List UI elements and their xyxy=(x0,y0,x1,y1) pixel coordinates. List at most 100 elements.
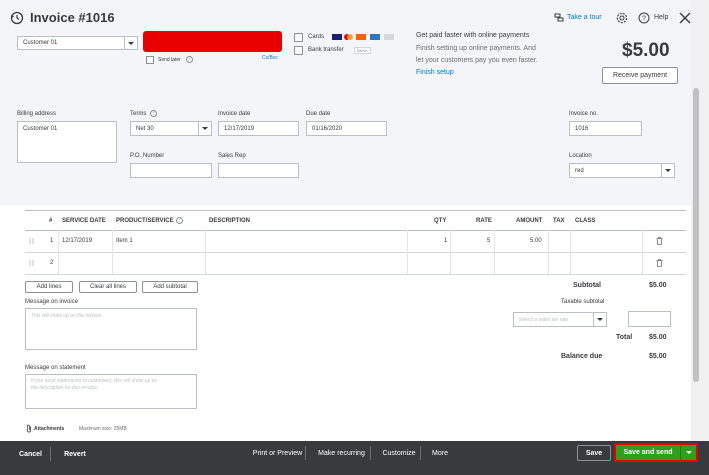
location-label: Location xyxy=(569,153,592,159)
attachments-max-size: Maximum size: 25MB xyxy=(79,426,127,432)
customer-email-redacted[interactable] xyxy=(143,31,282,52)
col-divider xyxy=(450,230,451,274)
clear-all-lines-button[interactable]: Clear all lines xyxy=(79,281,137,293)
col-header-class: CLASS xyxy=(575,218,596,224)
svg-text:?: ? xyxy=(642,16,646,23)
history-icon[interactable] xyxy=(10,11,24,25)
chevron-down-icon[interactable] xyxy=(124,37,137,49)
col-divider xyxy=(112,230,113,274)
row-1-rate[interactable]: 5 xyxy=(487,238,490,244)
send-later-checkbox[interactable] xyxy=(146,56,154,64)
col-header-amount: AMOUNT xyxy=(516,218,543,224)
row-1-qty[interactable]: 1 xyxy=(444,238,447,244)
receive-payment-button[interactable]: Receive payment xyxy=(602,67,678,84)
table-header-bottom-line xyxy=(25,230,686,231)
message-on-statement-input[interactable]: If you send statements to customers, thi… xyxy=(25,374,197,409)
customize-button[interactable]: Customize xyxy=(378,446,421,460)
col-header-num: # xyxy=(49,218,53,224)
col-divider xyxy=(58,230,59,274)
drag-handle-icon[interactable] xyxy=(29,238,35,244)
message-on-invoice-placeholder: This will show up on the invoice. xyxy=(31,313,103,319)
gear-icon[interactable] xyxy=(616,12,628,24)
chevron-down-icon[interactable] xyxy=(198,122,211,135)
help-icon[interactable]: ? xyxy=(638,12,650,24)
row-1-amount[interactable]: 5.00 xyxy=(530,238,542,244)
save-and-send-button[interactable]: Save and send xyxy=(616,445,680,460)
help-label[interactable]: Help xyxy=(654,14,668,21)
total-label: Total xyxy=(616,334,633,341)
save-button[interactable]: Save xyxy=(577,445,611,461)
sales-rep-input[interactable] xyxy=(218,163,299,178)
bank-badge: BANK xyxy=(354,47,371,54)
sales-rep-label: Sales Rep xyxy=(218,153,246,159)
product-info-icon[interactable]: ? xyxy=(176,217,183,224)
due-date-value: 01/16/2020 xyxy=(312,125,343,132)
invoice-no-value: 1016 xyxy=(575,125,589,132)
terms-select[interactable]: Net 30 xyxy=(130,121,212,136)
location-select[interactable]: red xyxy=(569,163,675,178)
row-1-service-date[interactable]: 12/17/2019 xyxy=(62,238,92,244)
scrollbar-thumb[interactable] xyxy=(693,88,699,382)
drag-handle-icon[interactable] xyxy=(29,260,35,266)
card-brand-icons xyxy=(332,33,396,41)
customer-select[interactable]: Customer 01 xyxy=(17,36,138,50)
col-divider xyxy=(407,230,408,274)
col-header-description: DESCRIPTION xyxy=(209,218,251,224)
terms-info-icon[interactable]: ? xyxy=(150,110,157,117)
row-1-line xyxy=(25,252,686,253)
save-and-send-dropdown[interactable] xyxy=(680,445,696,460)
col-divider xyxy=(548,230,549,274)
message-on-invoice-label: Message on invoice xyxy=(25,299,79,305)
send-later-label: Send later xyxy=(158,57,181,63)
billing-address-value: Customer 01 xyxy=(23,126,58,132)
cards-checkbox[interactable] xyxy=(294,33,303,42)
row-2-num: 2 xyxy=(50,260,54,266)
chevron-down-icon xyxy=(685,451,692,454)
sales-tax-placeholder: Select a sales tax rate xyxy=(519,316,569,323)
add-subtotal-button[interactable]: Add subtotal xyxy=(142,281,198,293)
col-divider xyxy=(494,230,495,274)
cc-bcc-link[interactable]: Cc/Bcc xyxy=(262,55,278,61)
print-preview-button[interactable]: Print or Preview xyxy=(250,446,306,460)
billing-address-field[interactable]: Customer 01 xyxy=(17,121,117,163)
chevron-down-icon[interactable] xyxy=(593,313,606,326)
make-recurring-button[interactable]: Make recurring xyxy=(313,446,371,460)
finish-setup-link[interactable]: Finish setup xyxy=(416,69,454,76)
terms-label: Terms xyxy=(130,111,147,117)
due-date-input[interactable]: 01/16/2020 xyxy=(306,121,387,136)
col-divider xyxy=(205,230,206,274)
col-header-tax: TAX xyxy=(553,218,565,224)
add-lines-button[interactable]: Add lines xyxy=(25,281,73,293)
balance-due-label: Balance due xyxy=(561,353,603,360)
take-tour-link[interactable]: Take a tour xyxy=(567,14,602,21)
invoice-no-label: Invoice no. xyxy=(569,111,599,117)
message-on-invoice-input[interactable]: This will show up on the invoice. xyxy=(25,308,197,350)
close-icon[interactable] xyxy=(679,12,691,24)
more-button[interactable]: More xyxy=(428,446,452,460)
col-header-product: PRODUCT/SERVICE xyxy=(116,218,174,224)
sales-tax-amount-input[interactable] xyxy=(628,311,671,327)
po-number-input[interactable] xyxy=(130,163,212,178)
revert-button[interactable]: Revert xyxy=(55,447,95,461)
row-2-line xyxy=(25,274,686,275)
chevron-down-icon[interactable] xyxy=(661,164,674,177)
col-header-qty: QTY xyxy=(434,218,447,224)
promo-body-1: Finish setting up online payments. And xyxy=(416,45,536,52)
col-divider xyxy=(570,230,571,274)
subtotal-value: $5.00 xyxy=(649,282,667,289)
bank-transfer-checkbox[interactable] xyxy=(294,46,303,55)
message-on-statement-placeholder-2: the description for this invoice. xyxy=(31,385,99,391)
cancel-button[interactable]: Cancel xyxy=(11,447,51,461)
paperclip-icon[interactable] xyxy=(26,424,32,433)
info-icon[interactable]: ? xyxy=(186,56,193,63)
due-date-label: Due date xyxy=(306,111,331,117)
trash-icon[interactable] xyxy=(656,237,663,245)
row-1-product[interactable]: Item 1 xyxy=(116,238,133,244)
sales-tax-select[interactable]: Select a sales tax rate xyxy=(513,312,607,327)
tour-icon[interactable] xyxy=(554,13,564,23)
col-header-service-date: SERVICE DATE xyxy=(62,218,106,224)
invoice-date-input[interactable]: 12/17/2019 xyxy=(218,121,299,136)
invoice-no-input[interactable]: 1016 xyxy=(569,121,642,136)
trash-icon[interactable] xyxy=(656,259,663,267)
attachments-label[interactable]: Attachments xyxy=(34,426,64,432)
